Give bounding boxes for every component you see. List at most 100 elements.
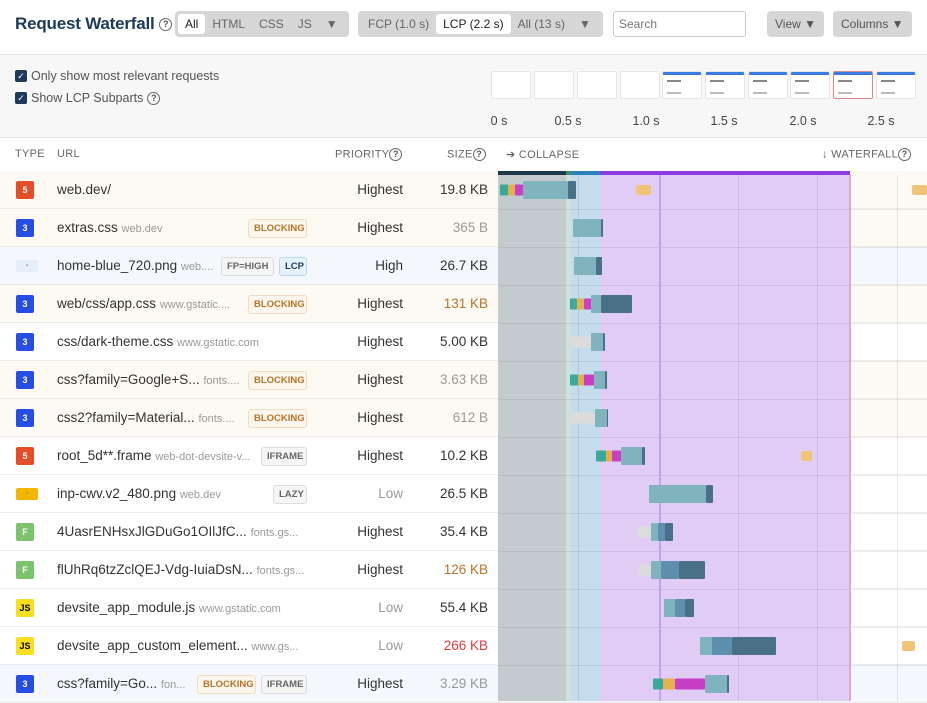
url-text: extras.css (57, 220, 118, 235)
request-bar-segment (642, 447, 645, 465)
help-icon[interactable]: ? (147, 91, 161, 105)
priority: Highest (357, 372, 403, 387)
url-host: web-dot-devsite-v... (155, 451, 251, 463)
css-file-icon: 3 (16, 409, 34, 427)
row-divider (498, 475, 927, 476)
only-relevant-label: Only show most relevant requests (31, 69, 220, 83)
filmstrip-frame[interactable] (577, 71, 617, 99)
chevron-down-icon[interactable]: ▼ (319, 14, 345, 34)
js-execution-marker (902, 641, 915, 651)
range-filter[interactable]: FCP (1.0 s) LCP (2.2 s) All (13 s) ▼ (358, 11, 603, 37)
row-divider (498, 551, 927, 552)
request-bar-segment (596, 257, 602, 275)
priority: Highest (357, 182, 403, 197)
filter-lcp[interactable]: LCP (2.2 s) (436, 14, 511, 34)
request-bar-segment (570, 374, 578, 386)
request-url[interactable]: 4UasrENHsxJlGDuGo1OIlJfC... fonts.gs... (57, 524, 298, 539)
filmstrip-frame[interactable] (620, 71, 660, 99)
collapse-button[interactable]: ➔ COLLAPSE (506, 148, 579, 161)
request-url[interactable]: css?family=Google+S... fonts.... (57, 372, 239, 387)
request-bar-segment (612, 450, 621, 462)
url-host: www.gs... (251, 641, 299, 653)
size: 19.8 KB (439, 182, 488, 197)
grid-line (817, 175, 818, 701)
search-input[interactable] (613, 11, 746, 37)
col-waterfall[interactable]: ↓ WATERFALL? (822, 148, 912, 161)
request-url[interactable]: devsite_app_custom_element... www.gs... (57, 638, 298, 653)
filmstrip-frame[interactable] (491, 71, 531, 99)
badge-blocking: BLOCKING (248, 371, 307, 390)
help-icon[interactable]: ? (389, 148, 403, 161)
filter-js[interactable]: JS (291, 14, 319, 34)
filter-all[interactable]: All (178, 14, 206, 34)
show-lcp-checkbox[interactable]: ✓ Show LCP Subparts ? (15, 91, 161, 105)
request-bar-segment (569, 412, 595, 424)
request-url[interactable]: inp-cwv.v2_480.png web.dev (57, 486, 221, 501)
url-host: fon... (160, 679, 186, 691)
js-execution-marker (801, 451, 812, 461)
request-url[interactable]: devsite_app_module.js www.gstatic.com (57, 600, 281, 615)
url-text: web.dev/ (57, 182, 112, 197)
filter-css[interactable]: CSS (252, 14, 291, 34)
help-icon[interactable]: ? (898, 148, 912, 161)
request-bar-segment (637, 526, 651, 538)
request-url[interactable]: css/dark-theme.css www.gstatic.com (57, 334, 259, 349)
col-priority[interactable]: PRIORITY? (335, 148, 403, 161)
help-icon[interactable]: ? (159, 18, 173, 32)
filmstrip-frame[interactable] (790, 71, 830, 99)
request-url[interactable]: flUhRq6tzZclQEJ-Vdg-IuiaDsN... fonts.gs.… (57, 562, 304, 577)
request-url[interactable]: web/css/app.css www.gstatic.... (57, 296, 230, 311)
request-bar-segment (570, 298, 577, 310)
url-text: devsite_app_custom_element... (57, 638, 248, 653)
filmstrip-frame[interactable] (662, 71, 702, 99)
badge-blocking: BLOCKING (248, 219, 307, 238)
help-icon[interactable]: ? (472, 148, 486, 161)
request-bar-segment (675, 678, 705, 690)
request-bar-segment (594, 371, 605, 389)
html-file-icon: 5 (16, 181, 34, 199)
request-url[interactable]: root_5d**.frame web-dot-devsite-v... (57, 448, 251, 463)
request-bar-segment (601, 295, 632, 313)
filmstrip-frame[interactable] (876, 71, 916, 99)
filmstrip-frame[interactable] (705, 71, 745, 99)
view-button[interactable]: View ▼ (767, 11, 825, 37)
request-url[interactable]: css?family=Go... fon... (57, 676, 185, 691)
priority: Low (378, 638, 403, 653)
col-url[interactable]: URL (57, 148, 80, 160)
filter-fcp[interactable]: FCP (1.0 s) (361, 14, 436, 34)
url-text: inp-cwv.v2_480.png (57, 486, 177, 501)
filter-html[interactable]: HTML (205, 14, 252, 34)
col-waterfall-label: ↓ WATERFALL (822, 148, 899, 161)
show-lcp-label: Show LCP Subparts (31, 91, 144, 105)
filmstrip-frame[interactable] (534, 71, 574, 99)
request-url[interactable]: extras.css web.dev (57, 220, 163, 235)
filmstrip-frame[interactable] (748, 71, 788, 99)
col-size-label: SIZE (447, 148, 473, 161)
only-relevant-checkbox[interactable]: ✓ Only show most relevant requests (15, 69, 219, 83)
filter-all-time[interactable]: All (13 s) (511, 14, 572, 34)
request-bar-segment (663, 678, 675, 690)
request-url[interactable]: home-blue_720.png web.... (57, 258, 213, 273)
badge-blocking: BLOCKING (248, 295, 307, 314)
filmstrip-frame[interactable] (833, 71, 873, 99)
type-filter[interactable]: All HTML CSS JS ▼ (175, 11, 349, 37)
col-size[interactable]: SIZE? (447, 148, 486, 161)
url-host: www.gstatic.... (159, 299, 231, 311)
priority: Highest (357, 448, 403, 463)
check-icon: ✓ (15, 92, 27, 104)
request-url[interactable]: web.dev/ (57, 182, 111, 197)
row-divider (498, 589, 927, 590)
request-bar-segment (584, 298, 591, 310)
check-icon: ✓ (15, 70, 27, 82)
badge-fp-high: FP=HIGH (221, 257, 274, 276)
request-url[interactable]: css2?family=Material... fonts.... (57, 410, 235, 425)
row-divider (498, 209, 927, 210)
columns-button[interactable]: Columns ▼ (833, 11, 912, 37)
css-file-icon: 3 (16, 295, 34, 313)
col-type[interactable]: TYPE (15, 148, 45, 160)
chevron-down-icon[interactable]: ▼ (572, 14, 598, 34)
grid-line (897, 175, 898, 701)
time-tick: 0.5 s (554, 114, 582, 128)
url-host: www.gstatic.com (177, 337, 259, 349)
size: 126 KB (443, 562, 488, 577)
